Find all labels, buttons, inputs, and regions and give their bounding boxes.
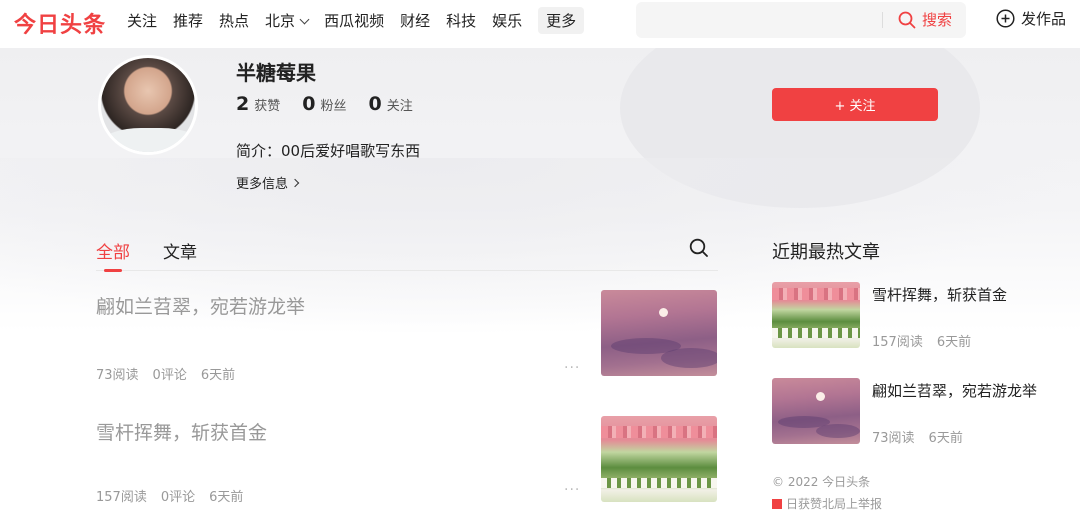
article-reads: 157阅读: [96, 490, 147, 505]
cloud-shape: [661, 348, 717, 368]
article-time: 6天前: [209, 490, 244, 505]
nav-item-hot[interactable]: 热点: [219, 10, 249, 31]
search-icon: [898, 11, 916, 28]
stat-likes[interactable]: 2 获赞: [236, 93, 280, 115]
hot-article-time: 6天前: [936, 335, 972, 350]
stat-fans-count: 0: [302, 93, 316, 115]
hot-article-thumbnail[interactable]: [772, 378, 860, 444]
hot-article-title[interactable]: 雪杆挥舞，斩获首金: [872, 284, 1007, 305]
article-meta: 157阅读 0评论 6天前: [96, 486, 257, 505]
publish-label: 发作品: [1021, 10, 1067, 28]
nav-more-button[interactable]: 更多: [538, 6, 585, 34]
nav-item-xigua[interactable]: 西瓜视频: [324, 10, 384, 31]
stat-likes-label: 获赞: [254, 99, 281, 114]
article-meta: 73阅读 0评论 6天前: [96, 364, 249, 383]
chevron-right-icon: [290, 178, 300, 187]
stat-likes-count: 2: [236, 93, 250, 115]
nav-item-recommend[interactable]: 推荐: [173, 10, 203, 31]
hot-article-meta: 73阅读 6天前: [872, 427, 977, 446]
content-tabs: 全部 文章: [96, 235, 718, 272]
list-item[interactable]: 翩如兰苕翠，宛若游龙举 73阅读 6天前: [772, 378, 1062, 446]
nav-item-finance[interactable]: 财经: [400, 10, 430, 31]
hot-article-thumbnail[interactable]: [772, 282, 860, 348]
stat-following[interactable]: 0 关注: [369, 93, 413, 115]
list-item[interactable]: 雪杆挥舞，斩获首金 157阅读 0评论 6天前 ···: [96, 416, 718, 528]
nav-item-tech[interactable]: 科技: [446, 10, 476, 31]
stat-fans[interactable]: 0 粉丝: [302, 93, 346, 115]
article-title[interactable]: 雪杆挥舞，斩获首金: [96, 418, 267, 445]
publish-button[interactable]: 发作品: [996, 8, 1066, 29]
chevron-down-icon: [299, 14, 310, 24]
article-reads: 73阅读: [96, 368, 139, 383]
stat-following-count: 0: [368, 93, 382, 115]
main-nav: 关注 推荐 热点 北京 西瓜视频 财经 科技 娱乐 更多: [127, 0, 600, 40]
tab-all[interactable]: 全部: [96, 238, 130, 272]
logo[interactable]: 今日头条: [14, 7, 106, 39]
search-box[interactable]: 搜索: [636, 2, 966, 38]
hot-article-reads: 157阅读: [872, 335, 923, 350]
sidebar-title: 近期最热文章: [772, 242, 880, 263]
tab-search-button[interactable]: [689, 238, 709, 262]
moon-shape: [816, 392, 825, 401]
tulip-row: [601, 478, 717, 488]
tulip-row: [601, 426, 717, 438]
follow-button[interactable]: + 关注: [772, 88, 938, 121]
article-comments: 0评论: [160, 490, 196, 505]
search-button[interactable]: 搜索: [898, 9, 952, 30]
hot-article-meta: 157阅读 6天前: [872, 331, 985, 350]
hot-article-time: 6天前: [928, 431, 963, 446]
list-item[interactable]: 翩如兰苕翠，宛若游龙举 73阅读 0评论 6天前 ···: [96, 290, 718, 402]
moon-shape: [659, 308, 668, 317]
avatar-shirt: [101, 128, 195, 152]
article-comments: 0评论: [152, 368, 187, 383]
article-thumbnail[interactable]: [601, 290, 717, 376]
list-item[interactable]: 雪杆挥舞，斩获首金 157阅读 6天前: [772, 282, 1062, 350]
article-title[interactable]: 翩如兰苕翠，宛若游龙举: [96, 292, 305, 319]
nav-item-follow[interactable]: 关注: [127, 10, 157, 31]
profile-stats: 2 获赞 0 粉丝 0 关注: [236, 93, 435, 115]
hot-article-reads: 73阅读: [872, 431, 915, 446]
more-info-link[interactable]: 更多信息: [236, 173, 300, 192]
copyright-text: © 2022 今日头条: [772, 475, 871, 489]
nav-item-beijing-label: 北京: [265, 11, 296, 30]
article-time: 6天前: [200, 368, 236, 383]
more-dots-icon[interactable]: ···: [564, 482, 580, 498]
nav-item-entertainment[interactable]: 娱乐: [492, 10, 522, 31]
article-thumbnail[interactable]: [601, 416, 717, 502]
more-info-label: 更多信息: [236, 177, 289, 192]
report-icon: [772, 498, 782, 509]
plus-circle-icon: [996, 9, 1015, 28]
top-bar: 今日头条 关注 推荐 热点 北京 西瓜视频 财经 科技 娱乐 更多 搜索 发作品: [0, 0, 1080, 48]
nav-item-beijing[interactable]: 北京: [265, 10, 310, 31]
report-link[interactable]: 日获赞北局上举报: [772, 495, 882, 512]
tab-articles[interactable]: 文章: [163, 238, 197, 263]
stat-following-label: 关注: [386, 99, 413, 114]
search-icon: [689, 238, 708, 257]
profile-name: 半糖莓果: [236, 61, 316, 85]
search-button-label: 搜索: [922, 11, 953, 29]
search-divider: [882, 12, 883, 28]
tulip-row: [772, 328, 860, 338]
report-label: 日获赞北局上举报: [786, 497, 883, 511]
avatar[interactable]: [98, 55, 198, 155]
profile-bio: 简介：00后爱好唱歌写东西: [236, 142, 421, 160]
stat-fans-label: 粉丝: [320, 99, 347, 114]
hot-article-title[interactable]: 翩如兰苕翠，宛若游龙举: [872, 380, 1037, 401]
cloud-shape: [816, 424, 860, 438]
more-dots-icon[interactable]: ···: [564, 360, 580, 376]
tulip-row: [772, 288, 860, 300]
